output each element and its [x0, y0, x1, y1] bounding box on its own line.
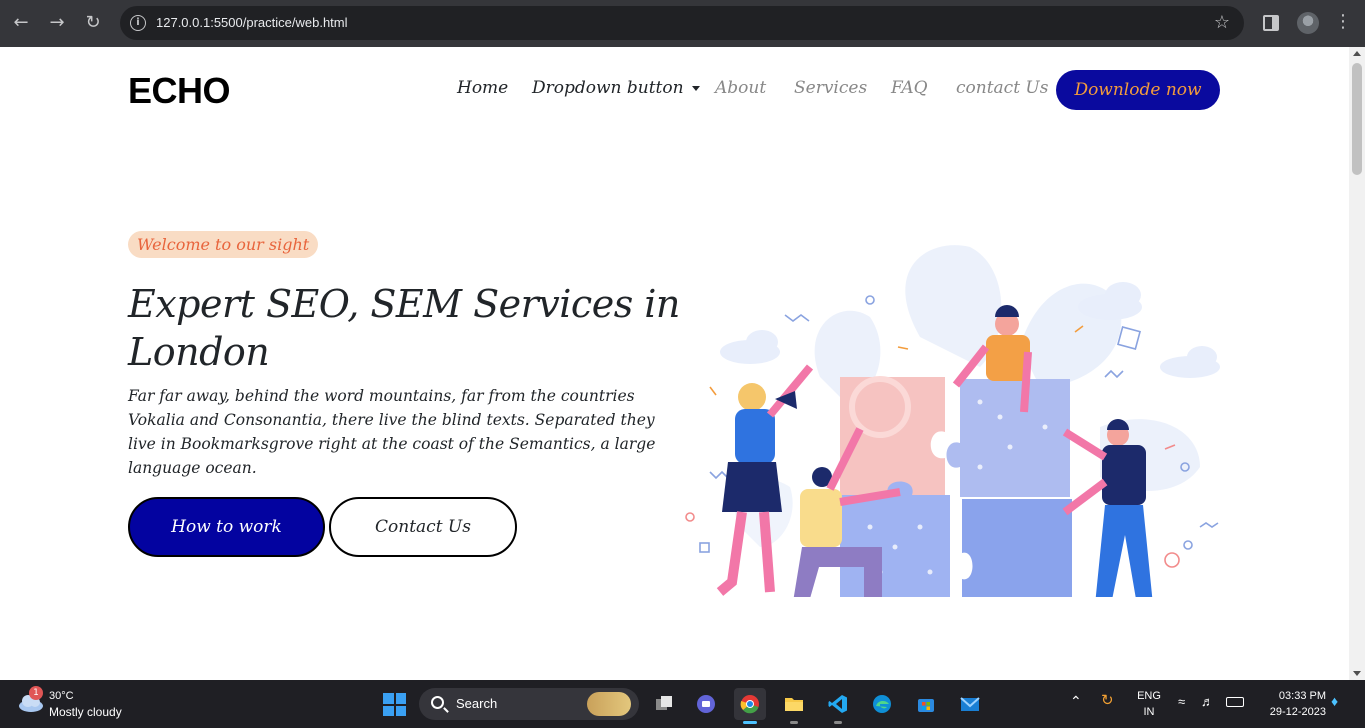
- microsoft-store-icon[interactable]: [910, 688, 942, 720]
- back-arrow-icon[interactable]: ←: [10, 12, 32, 34]
- how-to-work-button[interactable]: How to work: [128, 497, 325, 557]
- nav-dropdown[interactable]: Dropdown button: [532, 77, 700, 99]
- windows-start-icon[interactable]: [383, 693, 406, 716]
- hero-description: Far far away, behind the word mountains,…: [128, 387, 656, 477]
- language-line1: ENG: [1137, 690, 1161, 702]
- open-app-indicator: [790, 721, 798, 724]
- page-viewport: ECHO Home Dropdown button About Services…: [0, 47, 1349, 680]
- windows-taskbar: 1 30°C Mostly cloudy Search ⌃ ↻ ENG IN ≈…: [0, 680, 1365, 728]
- caret-down-icon: [691, 86, 700, 91]
- profile-avatar-icon[interactable]: [1297, 12, 1319, 34]
- task-view-icon[interactable]: [648, 688, 680, 720]
- taskbar-search[interactable]: Search: [419, 688, 639, 720]
- clock-time: 03:33 PM: [1278, 690, 1326, 702]
- search-label: Search: [456, 696, 498, 711]
- welcome-badge: Welcome to our sight: [128, 231, 319, 258]
- weather-desc[interactable]: Mostly cloudy: [49, 705, 122, 719]
- nav-contact[interactable]: contact Us: [956, 77, 1048, 99]
- wifi-icon[interactable]: ≈: [1178, 695, 1185, 709]
- scrollbar-thumb[interactable]: [1352, 63, 1362, 175]
- notification-bell-icon[interactable]: ♦: [1331, 694, 1338, 708]
- active-app-indicator: [743, 721, 757, 724]
- hero-illustration: [685, 245, 1220, 597]
- person-megaphone: [716, 364, 814, 596]
- address-bar[interactable]: i 127.0.0.1:5500/practice/web.html ☆: [120, 6, 1244, 40]
- chrome-icon[interactable]: [734, 688, 766, 724]
- hero-title: Expert SEO, SEM Services in London: [128, 282, 680, 374]
- nav-home[interactable]: Home: [457, 77, 508, 99]
- browser-toolbar: ← → ↻ i 127.0.0.1:5500/practice/web.html…: [0, 0, 1365, 47]
- side-panel-icon[interactable]: [1263, 15, 1279, 31]
- contact-us-button[interactable]: Contact Us: [329, 497, 517, 557]
- nav-faq[interactable]: FAQ: [891, 77, 928, 99]
- bookmark-star-icon[interactable]: ☆: [1214, 12, 1230, 33]
- file-explorer-icon[interactable]: [778, 688, 810, 724]
- language-line2: IN: [1143, 706, 1155, 718]
- open-app-indicator: [834, 721, 842, 724]
- address-url[interactable]: 127.0.0.1:5500/practice/web.html: [156, 14, 348, 32]
- site-info-icon[interactable]: i: [130, 15, 146, 31]
- volume-icon[interactable]: ♬: [1201, 695, 1214, 709]
- download-button[interactable]: Downlode now: [1056, 70, 1220, 110]
- search-icon: [431, 696, 444, 709]
- search-highlight-icon: [587, 692, 631, 716]
- weather-notification-badge: 1: [29, 686, 43, 700]
- site-logo[interactable]: ECHO: [128, 69, 231, 113]
- mail-icon[interactable]: [954, 688, 986, 720]
- language-indicator[interactable]: ENG IN: [1132, 689, 1166, 719]
- edge-icon[interactable]: [866, 688, 898, 720]
- chevron-up-icon[interactable]: ⌃: [1070, 694, 1082, 708]
- scroll-up-icon[interactable]: [1353, 51, 1361, 56]
- sync-icon[interactable]: ↻: [1101, 693, 1114, 708]
- clock[interactable]: 03:33 PM 29-12-2023: [1256, 689, 1326, 719]
- page-scrollbar[interactable]: [1349, 47, 1365, 680]
- nav-services[interactable]: Services: [794, 77, 867, 99]
- weather-temp[interactable]: 30°C: [49, 689, 74, 703]
- reload-icon[interactable]: ↻: [82, 12, 104, 34]
- nav-dropdown-label: Dropdown button: [532, 78, 684, 98]
- browser-menu-icon[interactable]: ⋮: [1334, 11, 1352, 33]
- clock-date: 29-12-2023: [1269, 706, 1326, 718]
- person-right: [1062, 419, 1153, 597]
- scroll-down-icon[interactable]: [1353, 671, 1361, 676]
- nav-about[interactable]: About: [715, 77, 766, 99]
- battery-icon[interactable]: [1226, 697, 1244, 707]
- forward-arrow-icon[interactable]: →: [46, 12, 68, 34]
- vscode-icon[interactable]: [822, 688, 854, 724]
- teams-chat-icon[interactable]: [690, 688, 722, 720]
